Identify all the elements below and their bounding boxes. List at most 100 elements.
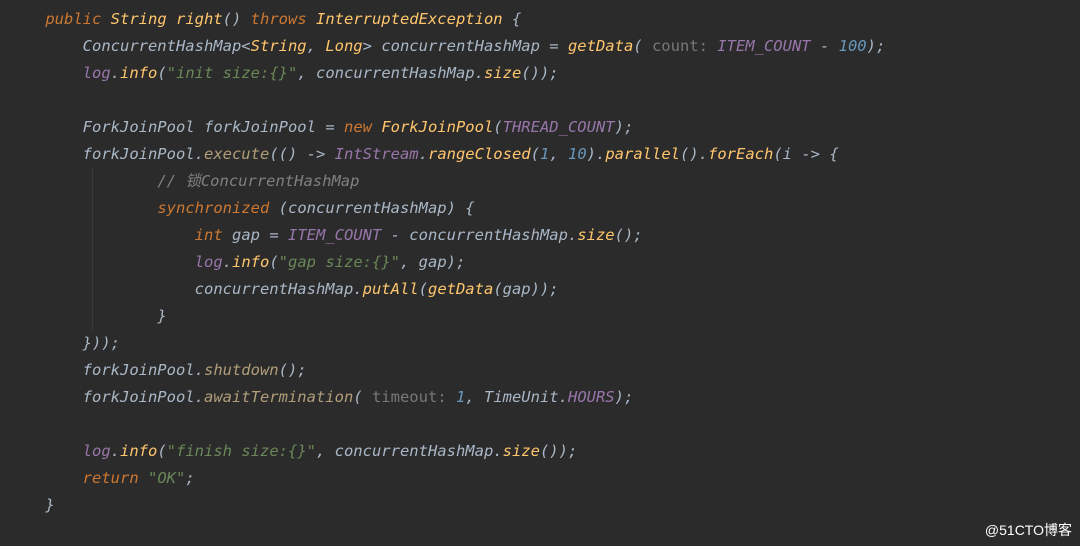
- code-editor: public String right() throws Interrupted…: [0, 0, 1080, 519]
- code-token: ,: [549, 145, 568, 163]
- code-token: (: [353, 388, 372, 406]
- code-token: 10: [568, 145, 587, 163]
- code-line: ConcurrentHashMap<String, Long> concurre…: [8, 33, 1080, 60]
- code-token: (gap));: [493, 280, 558, 298]
- code-token: size: [484, 64, 521, 82]
- code-line: return "OK";: [8, 465, 1080, 492]
- code-line: public String right() throws Interrupted…: [8, 6, 1080, 33]
- code-token: (: [531, 145, 540, 163]
- code-token: (concurrentHashMap) {: [279, 199, 475, 217]
- code-token: return: [83, 469, 148, 487]
- code-token: count:: [652, 37, 717, 55]
- code-token: (: [269, 253, 278, 271]
- code-token: ());: [521, 64, 558, 82]
- code-token: =: [549, 37, 568, 55]
- code-token: , gap);: [400, 253, 465, 271]
- code-token: awaitTermination: [204, 388, 353, 406]
- code-token: ();: [615, 226, 643, 244]
- code-token: .: [111, 64, 120, 82]
- code-token: ITEM_COUNT: [717, 37, 820, 55]
- code-token: ).: [587, 145, 606, 163]
- code-line: forkJoinPool.execute(() -> IntStream.ran…: [8, 141, 1080, 168]
- code-token: parallel: [605, 145, 680, 163]
- watermark-text: @51CTO博客: [985, 520, 1072, 540]
- code-token: size: [577, 226, 614, 244]
- code-token: {: [512, 10, 521, 28]
- code-token: (: [419, 280, 428, 298]
- code-token: (: [493, 118, 502, 136]
- code-token: "gap size:{}": [279, 253, 400, 271]
- code-token: forkJoinPool.: [83, 361, 204, 379]
- code-token: ,: [465, 388, 484, 406]
- code-token: }));: [83, 334, 120, 352]
- code-token: getData: [428, 280, 493, 298]
- code-token: .: [559, 388, 568, 406]
- code-token: 100: [839, 37, 867, 55]
- code-line: log.info("gap size:{}", gap);: [8, 249, 1080, 276]
- code-token: rangeClosed: [428, 145, 531, 163]
- code-token: synchronized: [157, 199, 278, 217]
- code-token: timeout:: [372, 388, 456, 406]
- code-token: forkJoinPool.: [83, 388, 204, 406]
- code-line: forkJoinPool.awaitTermination( timeout: …: [8, 384, 1080, 411]
- code-token: "init size:{}": [167, 64, 298, 82]
- code-token: (: [157, 442, 166, 460]
- code-token: ForkJoinPool: [381, 118, 493, 136]
- code-token: size: [503, 442, 540, 460]
- code-token: ConcurrentHashMap: [83, 37, 242, 55]
- code-token: log: [195, 253, 223, 271]
- code-token: (() ->: [269, 145, 334, 163]
- code-token: .: [223, 253, 232, 271]
- code-token: shutdown: [204, 361, 279, 379]
- code-token: =: [269, 226, 288, 244]
- code-token: Long: [325, 37, 362, 55]
- code-token: );: [867, 37, 886, 55]
- code-token: gap: [232, 226, 269, 244]
- code-token: forkJoinPool: [204, 118, 325, 136]
- code-token: ();: [279, 361, 307, 379]
- code-token: info: [232, 253, 269, 271]
- code-line: ForkJoinPool forkJoinPool = new ForkJoin…: [8, 114, 1080, 141]
- code-token: putAll: [363, 280, 419, 298]
- code-token: ForkJoinPool: [83, 118, 204, 136]
- code-token: , concurrentHashMap.: [316, 442, 503, 460]
- code-token: String: [251, 37, 307, 55]
- code-token: info: [120, 442, 157, 460]
- code-line: forkJoinPool.shutdown();: [8, 357, 1080, 384]
- code-token: =: [325, 118, 344, 136]
- code-line: log.info("init size:{}", concurrentHashM…: [8, 60, 1080, 87]
- code-token: .: [419, 145, 428, 163]
- code-token: throws: [251, 10, 316, 28]
- code-token: );: [615, 388, 634, 406]
- code-token: -: [820, 37, 839, 55]
- code-token: (: [633, 37, 652, 55]
- code-token: - concurrentHashMap.: [391, 226, 578, 244]
- code-token: log: [83, 64, 111, 82]
- code-token: (): [223, 10, 251, 28]
- code-token: IntStream: [335, 145, 419, 163]
- code-token: getData: [568, 37, 633, 55]
- code-token: concurrentHashMap: [381, 37, 549, 55]
- code-token: .: [111, 442, 120, 460]
- code-token: forkJoinPool.: [83, 145, 204, 163]
- code-token: 1: [540, 145, 549, 163]
- code-token: }: [157, 307, 166, 325]
- code-line: concurrentHashMap.putAll(getData(gap));: [8, 276, 1080, 303]
- code-token: // 锁ConcurrentHashMap: [157, 172, 359, 190]
- code-token: right: [176, 10, 223, 28]
- code-token: ;: [185, 469, 194, 487]
- code-token: );: [615, 118, 634, 136]
- code-line: }: [8, 492, 1080, 519]
- code-token: HOURS: [568, 388, 615, 406]
- code-token: ,: [307, 37, 326, 55]
- code-token: public: [45, 10, 110, 28]
- code-token: 1: [456, 388, 465, 406]
- code-token: String: [111, 10, 176, 28]
- code-token: }: [45, 496, 54, 514]
- code-token: ().: [680, 145, 708, 163]
- code-token: ());: [540, 442, 577, 460]
- code-token: TimeUnit: [484, 388, 559, 406]
- code-token: execute: [204, 145, 269, 163]
- code-line: }));: [8, 330, 1080, 357]
- code-token: (i -> {: [773, 145, 838, 163]
